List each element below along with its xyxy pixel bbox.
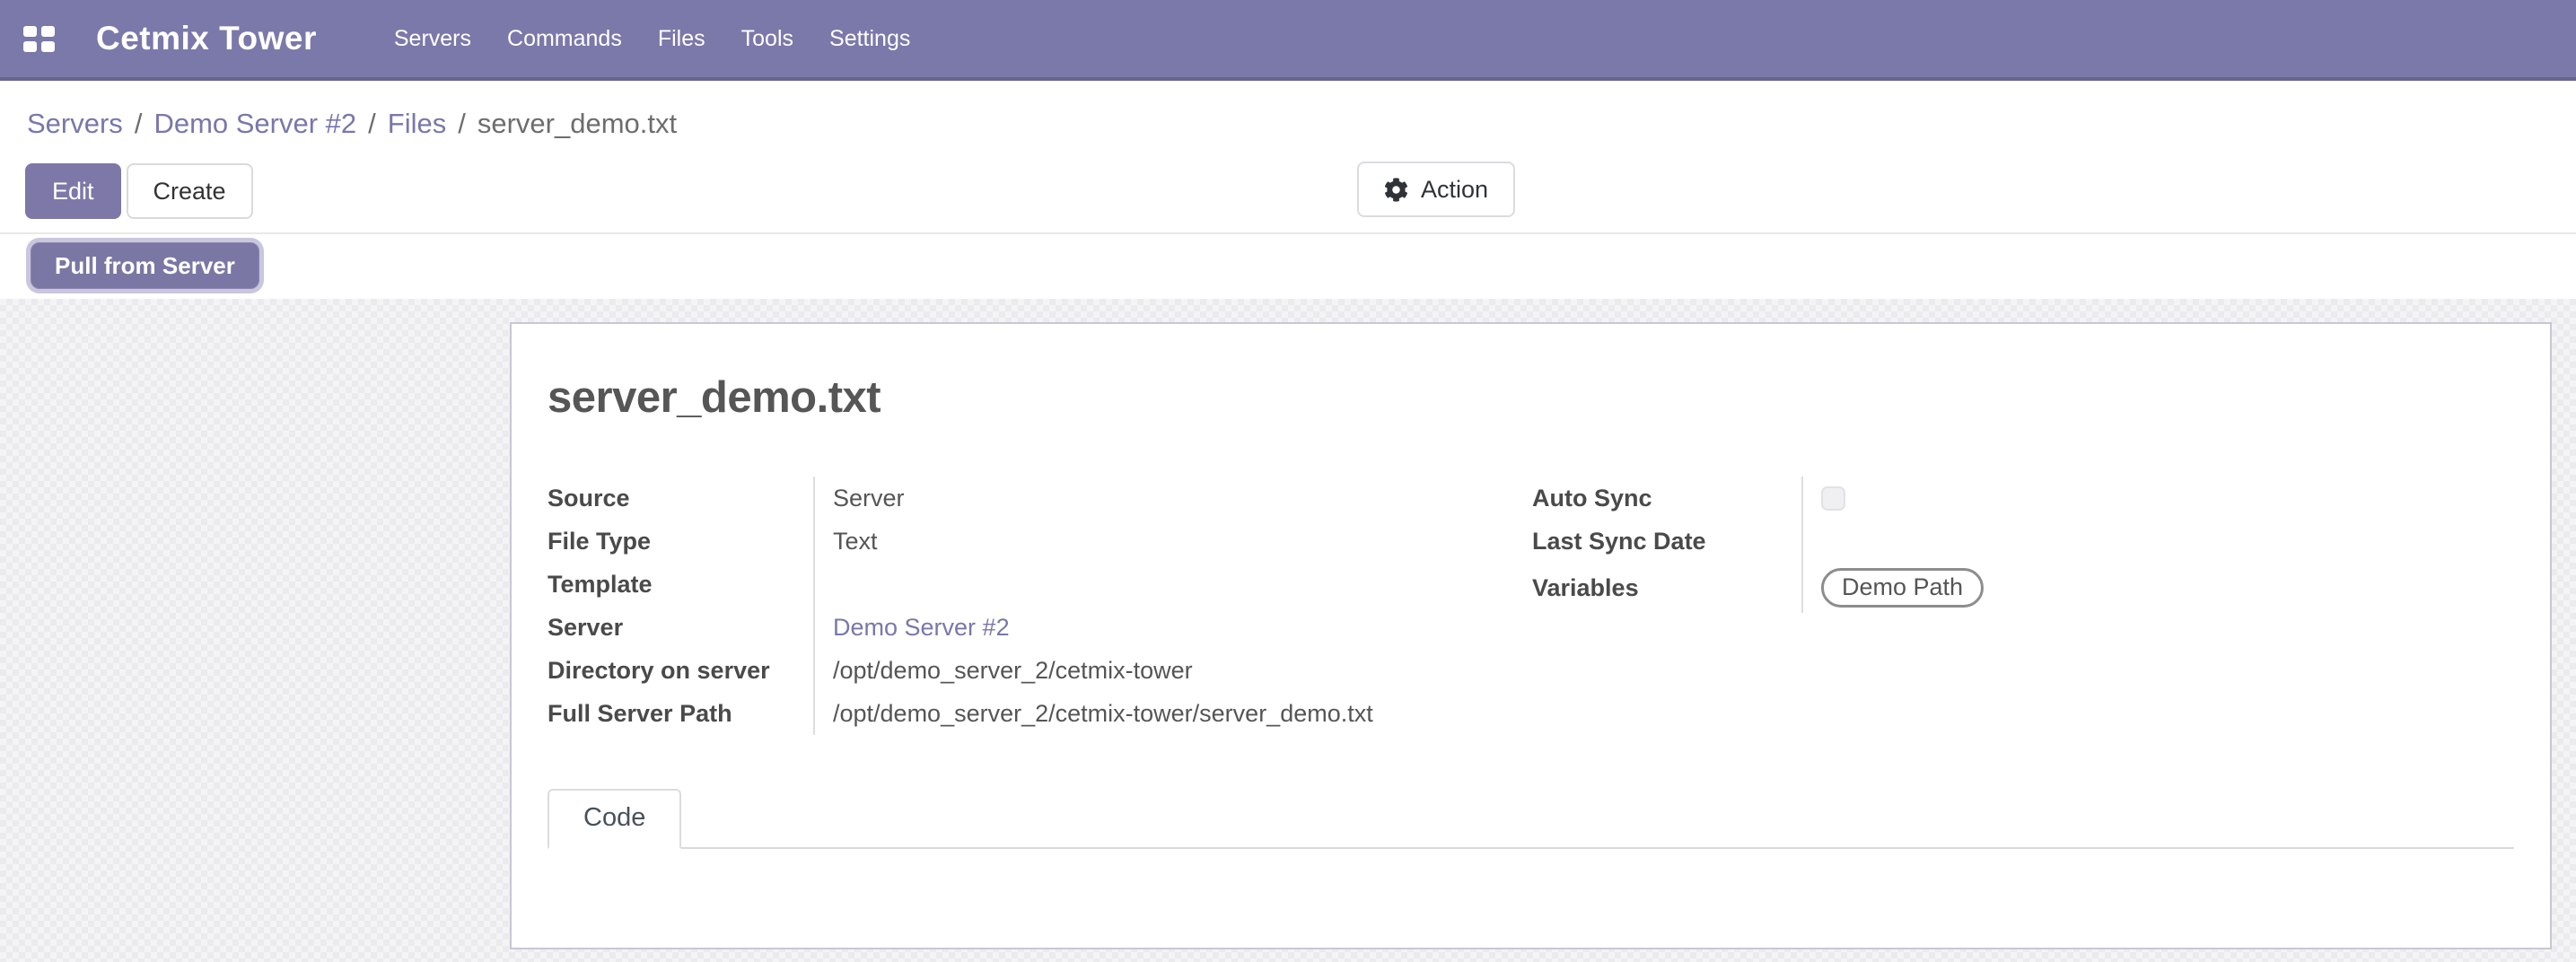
field-label-full-path: Full Server Path (548, 692, 813, 735)
pull-from-server-button[interactable]: Pull from Server (31, 242, 259, 289)
field-row-directory: Directory on server /opt/demo_server_2/c… (548, 649, 1532, 692)
field-label-auto-sync: Auto Sync (1532, 477, 1801, 520)
breadcrumb-link-demo-server-2[interactable]: Demo Server #2 (153, 108, 356, 140)
menu-item-servers[interactable]: Servers (376, 0, 489, 77)
field-label-last-sync-date: Last Sync Date (1532, 520, 1801, 563)
breadcrumb-row: Servers / Demo Server #2 / Files / serve… (0, 81, 2576, 160)
apps-menu-icon-dot (23, 26, 37, 37)
breadcrumb-link-servers[interactable]: Servers (27, 108, 123, 140)
breadcrumb: Servers / Demo Server #2 / Files / serve… (27, 108, 677, 140)
field-label-directory: Directory on server (548, 649, 813, 692)
breadcrumb-separator: / (446, 108, 478, 140)
field-label-source: Source (548, 477, 813, 520)
breadcrumb-current-file: server_demo.txt (478, 108, 677, 140)
field-row-source: Source Server (548, 477, 1532, 520)
create-button[interactable]: Create (127, 163, 253, 219)
field-row-auto-sync: Auto Sync (1532, 477, 2514, 520)
breadcrumb-separator: / (123, 108, 154, 140)
statusbar-row: Pull from Server (0, 234, 2576, 299)
field-value-directory: /opt/demo_server_2/cetmix-tower (813, 649, 1532, 692)
field-row-file-type: File Type Text (548, 520, 1532, 563)
action-menu-button[interactable]: Action (1357, 162, 1515, 217)
control-panel-buttons: Edit Create Action (0, 160, 2576, 234)
field-value-server: Demo Server #2 (813, 606, 1532, 649)
field-row-variables: Variables Demo Path (1532, 563, 2514, 613)
field-group-right: Auto Sync Last Sync Date Variables Demo … (1532, 477, 2514, 735)
apps-menu-icon-dot (23, 41, 37, 52)
field-row-server: Server Demo Server #2 (548, 606, 1532, 649)
field-value-template (813, 563, 1532, 606)
field-row-full-path: Full Server Path /opt/demo_server_2/cetm… (548, 692, 1532, 735)
menu-item-settings[interactable]: Settings (811, 0, 928, 77)
field-value-full-path: /opt/demo_server_2/cetmix-tower/server_d… (813, 692, 1532, 735)
field-value-source: Server (813, 477, 1532, 520)
breadcrumb-link-files[interactable]: Files (388, 108, 446, 140)
field-label-variables: Variables (1532, 563, 1801, 613)
gear-icon (1384, 178, 1408, 202)
apps-menu-icon-dot (41, 26, 55, 37)
variable-tag-demo-path: Demo Path (1821, 568, 1984, 608)
app-brand-title: Cetmix Tower (96, 20, 317, 57)
field-label-template: Template (548, 563, 813, 606)
main-menu: Servers Commands Files Tools Settings (376, 0, 928, 77)
field-groups: Source Server File Type Text Template Se… (548, 477, 2514, 735)
field-row-template: Template (548, 563, 1532, 606)
field-label-file-type: File Type (548, 520, 813, 563)
apps-menu-icon-dot (41, 41, 55, 52)
server-link[interactable]: Demo Server #2 (833, 614, 1010, 642)
field-row-last-sync-date: Last Sync Date (1532, 520, 2514, 563)
field-value-file-type: Text (813, 520, 1532, 563)
edit-button[interactable]: Edit (25, 163, 121, 219)
breadcrumb-separator: / (356, 108, 388, 140)
tab-code[interactable]: Code (548, 789, 681, 849)
top-navbar: Cetmix Tower Servers Commands Files Tool… (0, 0, 2576, 81)
menu-item-tools[interactable]: Tools (723, 0, 811, 77)
menu-item-files[interactable]: Files (640, 0, 723, 77)
field-value-auto-sync (1801, 477, 2514, 520)
field-group-left: Source Server File Type Text Template Se… (548, 477, 1532, 735)
field-value-variables: Demo Path (1801, 563, 2514, 613)
content-area: server_demo.txt Source Server File Type … (0, 299, 2576, 962)
apps-menu-icon[interactable] (23, 26, 55, 52)
form-sheet: server_demo.txt Source Server File Type … (510, 322, 2552, 949)
file-title: server_demo.txt (548, 372, 2514, 423)
field-label-server: Server (548, 606, 813, 649)
field-value-last-sync-date (1801, 520, 2514, 563)
action-menu-label: Action (1421, 176, 1488, 204)
auto-sync-checkbox[interactable] (1821, 486, 1845, 511)
notebook-tab-header: Code (548, 789, 2514, 849)
menu-item-commands[interactable]: Commands (489, 0, 640, 77)
